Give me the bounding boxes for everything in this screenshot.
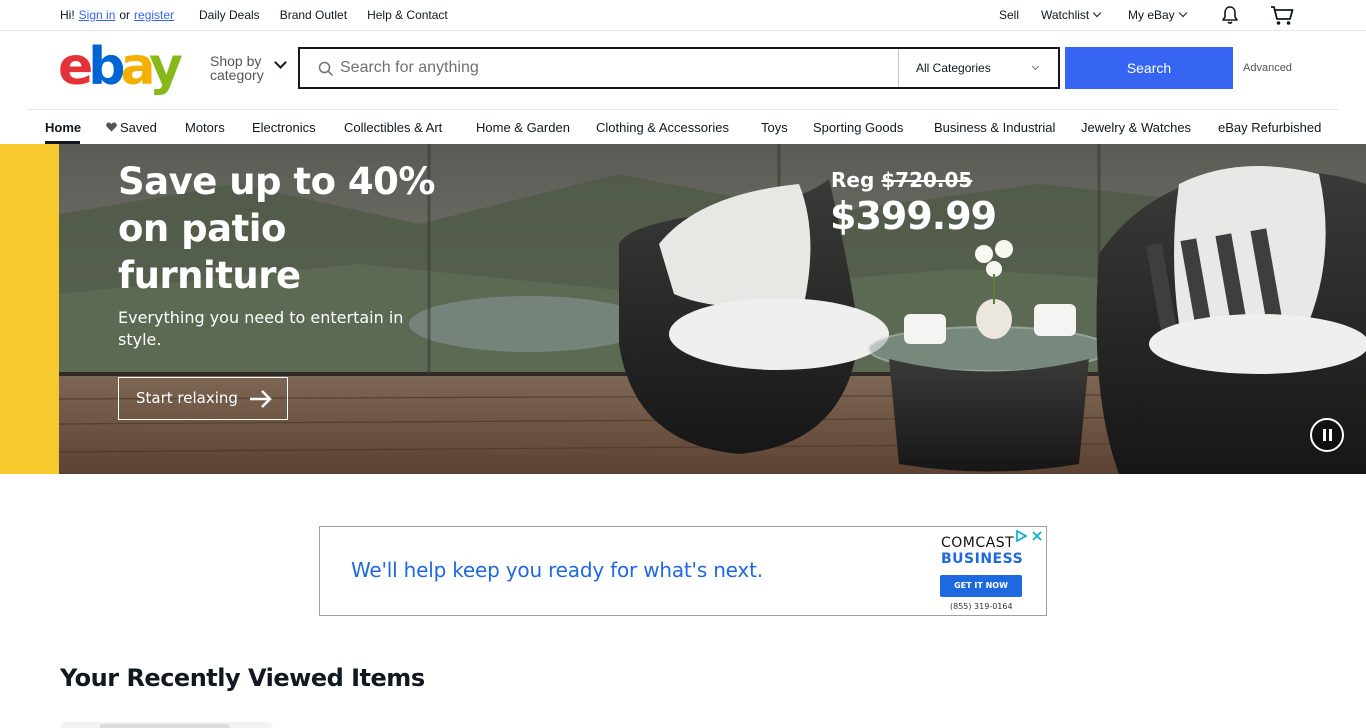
- start-relaxing-button[interactable]: Start relaxing: [118, 377, 288, 420]
- chevron-down-icon: [1092, 8, 1102, 18]
- sale-price: $399.99: [830, 194, 997, 238]
- regular-price-value: $720.05: [881, 168, 973, 192]
- arrow-right-icon: [250, 390, 272, 408]
- nav-home[interactable]: Home: [45, 120, 81, 135]
- category-select[interactable]: All Categories: [898, 49, 1058, 87]
- nav-jewelry-watches[interactable]: Jewelry & Watches: [1081, 120, 1191, 135]
- regular-price: Reg $720.05: [831, 168, 972, 192]
- logo-letter-a: a: [120, 37, 154, 97]
- top-utility-bar: Hi! Sign in or register Daily Deals Bran…: [0, 0, 1366, 31]
- hero-subtitle: Everything you need to entertain in styl…: [118, 308, 404, 349]
- nav-business-industrial[interactable]: Business & Industrial: [934, 120, 1055, 135]
- sell-link[interactable]: Sell: [999, 8, 1019, 22]
- shop-by-category-button[interactable]: Shop by category: [210, 53, 287, 83]
- nav-home-garden[interactable]: Home & Garden: [476, 120, 570, 135]
- watchlist-menu[interactable]: Watchlist: [1041, 8, 1102, 22]
- advanced-search-link[interactable]: Advanced: [1243, 62, 1292, 74]
- daily-deals-link[interactable]: Daily Deals: [199, 8, 260, 22]
- search-icon: [318, 61, 334, 77]
- chevron-down-icon: [1178, 8, 1187, 18]
- cart-icon[interactable]: [1270, 5, 1294, 26]
- nav-clothing-accessories[interactable]: Clothing & Accessories: [596, 120, 729, 135]
- my-ebay-label: My eBay: [1128, 8, 1175, 22]
- nav-sporting-goods[interactable]: Sporting Goods: [813, 120, 903, 135]
- logo-letter-y: y: [149, 37, 183, 97]
- ad-choices-icon[interactable]: [1014, 529, 1028, 543]
- close-icon[interactable]: [1030, 529, 1044, 543]
- signin-greeting: Hi! Sign in or register: [60, 8, 178, 22]
- search-bar: All Categories: [298, 47, 1060, 89]
- logo-letter-b: b: [88, 37, 125, 97]
- ad-headline: We'll help keep you ready for what's nex…: [351, 558, 763, 582]
- sell-link-wrap: Sell: [999, 8, 1019, 22]
- hero-title: Save up to 40% on patio furniture: [118, 160, 435, 297]
- ebay-logo[interactable]: ebay: [58, 37, 183, 97]
- greeting-text: Hi!: [60, 8, 75, 22]
- logo-letter-e: e: [58, 37, 93, 97]
- comcast-ad-banner[interactable]: We'll help keep you ready for what's nex…: [319, 526, 1047, 616]
- nav-saved[interactable]: Saved: [106, 120, 157, 135]
- hero-accent-bar: [0, 144, 59, 474]
- nav-electronics[interactable]: Electronics: [252, 120, 316, 135]
- ad-brand-business: BUSINESS: [941, 551, 1024, 567]
- sign-in-link[interactable]: Sign in: [79, 8, 116, 22]
- search-button[interactable]: Search: [1065, 47, 1233, 89]
- regular-price-label: Reg: [831, 168, 875, 192]
- search-input[interactable]: [340, 49, 898, 87]
- chevron-down-icon: [1031, 62, 1040, 71]
- nav-saved-label: Saved: [120, 120, 157, 135]
- or-text: or: [119, 8, 131, 22]
- shop-by-label-1: Shop by: [210, 53, 262, 69]
- start-relaxing-label: Start relaxing: [136, 389, 238, 407]
- recently-viewed-item-thumbnail[interactable]: [60, 722, 273, 728]
- bell-icon[interactable]: [1220, 5, 1240, 25]
- category-nav: Home Saved Motors Electronics Collectibl…: [27, 109, 1339, 144]
- hero-banner[interactable]: Save up to 40% on patio furniture Everyt…: [0, 144, 1366, 474]
- shop-by-label-2: category: [210, 67, 264, 83]
- ad-phone-number: (855) 319-0164: [950, 602, 1013, 611]
- my-ebay-menu[interactable]: My eBay: [1128, 8, 1187, 22]
- category-select-value: All Categories: [916, 61, 991, 75]
- chevron-down-icon: [274, 56, 287, 69]
- ad-get-it-now-button[interactable]: GET IT NOW: [940, 575, 1022, 597]
- brand-outlet-link[interactable]: Brand Outlet: [280, 8, 347, 22]
- help-contact-link[interactable]: Help & Contact: [367, 8, 448, 22]
- ad-choices: [1014, 529, 1044, 543]
- watchlist-label: Watchlist: [1041, 8, 1090, 22]
- nav-collectibles-art[interactable]: Collectibles & Art: [344, 120, 442, 135]
- ad-brand-comcast: COMCAST: [941, 535, 1015, 551]
- top-links: Daily Deals Brand Outlet Help & Contact: [199, 8, 448, 22]
- pause-icon: [1329, 429, 1332, 441]
- nav-motors[interactable]: Motors: [185, 120, 225, 135]
- heart-icon: [106, 122, 117, 132]
- nav-ebay-refurbished[interactable]: eBay Refurbished: [1218, 120, 1321, 135]
- pause-carousel-button[interactable]: [1310, 418, 1344, 452]
- nav-toys[interactable]: Toys: [761, 120, 788, 135]
- pause-icon: [1323, 429, 1326, 441]
- register-link[interactable]: register: [134, 8, 174, 22]
- recently-viewed-title: Your Recently Viewed Items: [60, 664, 425, 692]
